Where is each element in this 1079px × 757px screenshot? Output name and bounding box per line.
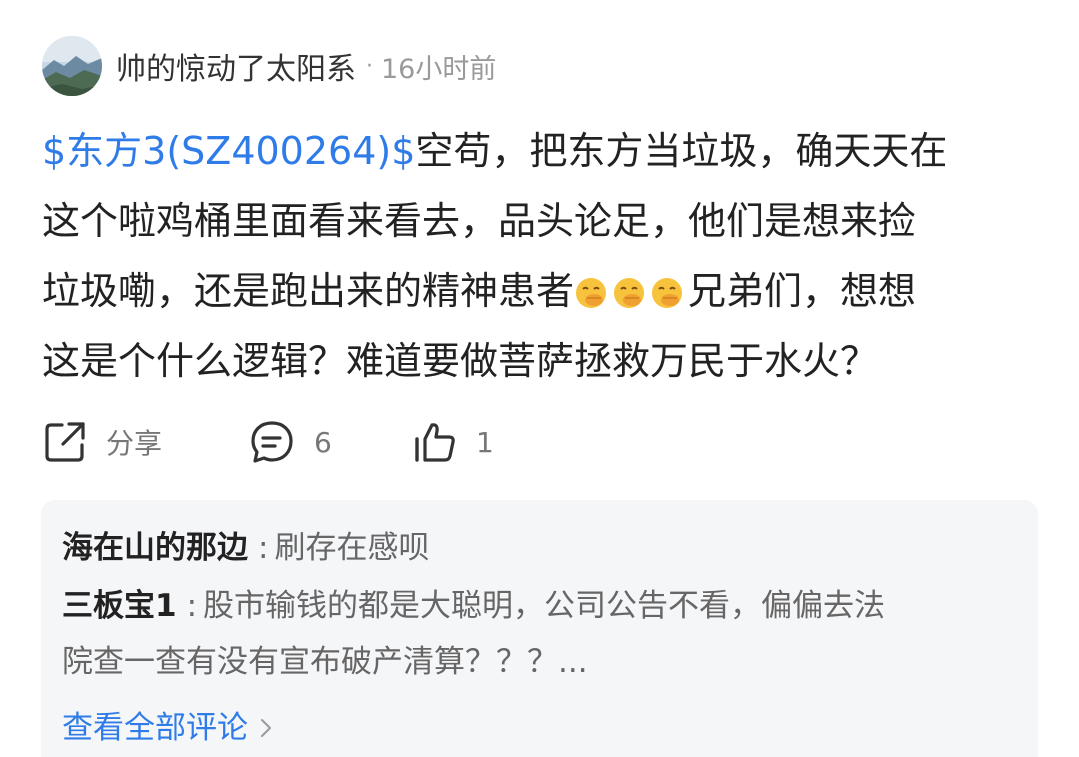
- comment-text: 院查一查有没有宣布破产清算？？？...: [62, 644, 588, 680]
- comment-bubble-icon: [251, 421, 293, 463]
- share-label: 分享: [106, 427, 163, 460]
- stock-link[interactable]: $东方3(SZ400264)$: [42, 129, 415, 173]
- hand-over-mouth-emoji-icon: [614, 278, 645, 308]
- author-name[interactable]: 帅的惊动了太阳系: [116, 44, 356, 88]
- author-avatar[interactable]: [42, 36, 102, 96]
- comment-count: 6: [314, 425, 332, 459]
- post-body: $东方3(SZ400264)$空苟，把东方当垃圾，确天天在 这个啦鸡桶里面看来看…: [42, 116, 1042, 396]
- comment-separator: :: [186, 588, 198, 624]
- action-bar: 分享 6 1: [42, 413, 642, 471]
- hand-over-mouth-emoji-icon: [576, 278, 607, 308]
- like-button[interactable]: 1: [412, 413, 494, 471]
- comment-item[interactable]: 三板宝1: 股市输钱的都是大聪明，公司公告不看，偏偏去法: [62, 578, 885, 634]
- post-text: 这是个什么逻辑？难道要做菩萨拯救万民于水火？: [42, 339, 879, 383]
- comment-button[interactable]: 6: [248, 413, 332, 471]
- comment-separator: :: [258, 530, 269, 566]
- post-text: 垃圾嘞，还是跑出来的精神患者: [42, 269, 575, 313]
- comment-item[interactable]: 海在山的那边: 刷存在感呗: [62, 520, 429, 576]
- view-all-comments-link[interactable]: 查看全部评论: [62, 700, 272, 756]
- post-line-2: 这个啦鸡桶里面看来看去，品头论足，他们是想来捡: [42, 186, 1042, 256]
- post-line-3: 垃圾嘞，还是跑出来的精神患者 兄弟们，想想: [42, 256, 1042, 326]
- post-text: 这个啦鸡桶里面看来看去，品头论足，他们是想来捡: [42, 199, 917, 243]
- commenter-name[interactable]: 海在山的那边: [62, 530, 248, 566]
- share-button[interactable]: 分享: [42, 413, 162, 471]
- commenter-name[interactable]: 三板宝1: [62, 588, 177, 624]
- post-text: 兄弟们，想想: [688, 269, 917, 313]
- separator-dot: ·: [366, 53, 373, 79]
- comment-text-continued: 院查一查有没有宣布破产清算？？？...: [62, 634, 588, 690]
- view-all-label: 查看全部评论: [62, 710, 248, 746]
- share-icon: [45, 422, 85, 462]
- comments-preview: 海在山的那边: 刷存在感呗 三板宝1: 股市输钱的都是大聪明，公司公告不看，偏偏去法…: [41, 500, 1038, 757]
- hand-over-mouth-emoji-icon: [652, 278, 683, 308]
- post-line-1: $东方3(SZ400264)$空苟，把东方当垃圾，确天天在: [42, 116, 1042, 186]
- comment-text: 刷存在感呗: [274, 530, 430, 566]
- post-text: 空苟，把东方当垃圾，确天天在: [415, 129, 948, 173]
- post-time: 16小时前: [381, 53, 497, 85]
- chevron-right-icon: [261, 719, 271, 737]
- thumbs-up-icon: [415, 423, 455, 462]
- comment-text: 股市输钱的都是大聪明，公司公告不看，偏偏去法: [203, 588, 886, 624]
- post-line-4: 这是个什么逻辑？难道要做菩萨拯救万民于水火？: [42, 326, 1042, 396]
- like-count: 1: [476, 425, 494, 459]
- post-header: 帅的惊动了太阳系 · 16小时前: [42, 36, 496, 96]
- emoji-group: [574, 269, 688, 313]
